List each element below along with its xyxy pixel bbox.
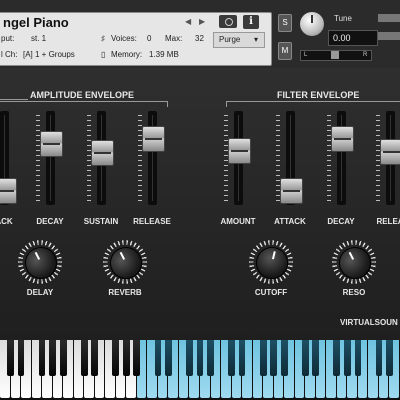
piano-black-key[interactable] — [38, 340, 46, 376]
piano-black-key[interactable] — [207, 340, 214, 376]
section-divider — [167, 101, 168, 107]
piano-black-key[interactable] — [165, 340, 172, 376]
amplitude-slider-track[interactable] — [46, 111, 55, 205]
voices-icon: ♯ — [101, 34, 105, 43]
section-divider — [0, 99, 28, 100]
piano-black-key[interactable] — [59, 340, 67, 376]
piano-black-key[interactable] — [333, 340, 341, 376]
solo-button[interactable]: S — [278, 14, 292, 32]
amplitude-slider-track[interactable] — [148, 111, 157, 205]
piano-black-key[interactable] — [375, 340, 383, 376]
section-divider — [0, 101, 168, 102]
piano-black-key[interactable] — [17, 340, 25, 376]
filter-slider-label: RELEA — [376, 217, 400, 226]
filter-slider-handle[interactable] — [228, 137, 251, 164]
piano-black-key[interactable] — [49, 340, 56, 376]
midi-channel-value[interactable]: [A] 1 + Groups — [23, 50, 75, 59]
piano-black-key[interactable] — [344, 340, 351, 376]
amplitude-envelope-title: AMPLITUDE ENVELOPE — [30, 90, 135, 100]
info-button[interactable]: i — [243, 15, 259, 29]
piano-black-key[interactable] — [133, 340, 141, 376]
midi-channel-label: l Ch: — [1, 50, 18, 59]
reso-label: RESO — [342, 288, 366, 297]
piano-black-key[interactable] — [270, 340, 278, 376]
mute-button[interactable]: M — [278, 42, 292, 60]
piano-black-key[interactable] — [154, 340, 162, 376]
memory-icon: ▯ — [101, 50, 106, 59]
piano-black-key[interactable] — [112, 340, 120, 376]
pan-handle[interactable] — [331, 51, 339, 59]
piano-black-key[interactable] — [122, 340, 130, 376]
pan-slider[interactable]: L R — [300, 50, 372, 61]
piano-black-key[interactable] — [91, 340, 99, 376]
max-voices-value[interactable]: 32 — [195, 34, 204, 43]
amplitude-slider-handle[interactable] — [40, 130, 63, 157]
filter-slider-track[interactable] — [337, 111, 346, 205]
instrument-name[interactable]: ngel Piano — [3, 15, 69, 30]
tune-knob[interactable] — [300, 12, 324, 36]
piano-black-key[interactable] — [301, 340, 309, 376]
piano-black-key[interactable] — [7, 340, 14, 376]
piano-black-key[interactable] — [228, 340, 235, 376]
section-divider — [226, 101, 227, 107]
max-voices-label: Max: — [165, 34, 183, 43]
output-meter — [378, 32, 400, 40]
delay-label: DELAY — [26, 288, 54, 297]
piano-black-key[interactable] — [196, 340, 204, 376]
pan-left-label: L — [304, 52, 308, 58]
pan-right-label: R — [363, 52, 368, 58]
instrument-info-box: ngel Piano ◀ ▶ i put: st. 1 l Ch: [A] 1 … — [0, 12, 272, 66]
tune-label: Tune — [334, 14, 352, 23]
filter-slider-handle[interactable] — [380, 139, 400, 165]
filter-envelope-title: FILTER ENVELOPE — [277, 90, 360, 100]
chevron-down-icon: ▾ — [254, 35, 259, 44]
amplitude-slider-label: RELEASE — [133, 217, 171, 226]
cutoff-label: CUTOFF — [254, 288, 288, 297]
piano-black-key[interactable] — [354, 340, 362, 376]
section-divider — [226, 101, 400, 102]
brand-logo-text: VIRTUALSOUN — [340, 318, 398, 327]
next-instrument-icon[interactable]: ▶ — [199, 17, 205, 26]
purge-label: Purge — [219, 35, 241, 44]
prev-instrument-icon[interactable]: ◀ — [185, 17, 191, 26]
instrument-header: ngel Piano ◀ ▶ i put: st. 1 l Ch: [A] 1 … — [0, 0, 400, 68]
camera-icon[interactable] — [219, 15, 237, 28]
piano-black-key[interactable] — [386, 340, 393, 376]
output-value[interactable]: st. 1 — [31, 34, 46, 43]
filter-slider-handle[interactable] — [280, 177, 303, 204]
piano-black-key[interactable] — [186, 340, 193, 376]
amplitude-slider-handle[interactable] — [91, 140, 114, 167]
reverb-label: REVERB — [108, 288, 142, 297]
piano-black-key[interactable] — [312, 340, 320, 376]
tune-value[interactable]: 0.00 — [328, 30, 378, 46]
slider-scale — [36, 115, 40, 201]
piano-black-key[interactable] — [238, 340, 246, 376]
output-meter — [378, 14, 400, 22]
piano-black-key[interactable] — [280, 340, 288, 376]
purge-dropdown[interactable]: Purge ▾ — [213, 32, 265, 48]
voices-label: Voices: — [111, 34, 137, 43]
memory-label: Memory: — [111, 50, 143, 59]
filter-slider-handle[interactable] — [331, 126, 354, 153]
amplitude-slider-handle[interactable] — [0, 177, 17, 204]
piano-black-key[interactable] — [80, 340, 88, 376]
memory-value: 1.39 MB — [149, 50, 179, 59]
piano-keyboard[interactable] — [0, 340, 400, 400]
amplitude-slider-handle[interactable] — [142, 126, 165, 153]
output-label: put: — [1, 34, 15, 43]
piano-black-key[interactable] — [259, 340, 267, 376]
voices-value: 0 — [147, 34, 152, 43]
